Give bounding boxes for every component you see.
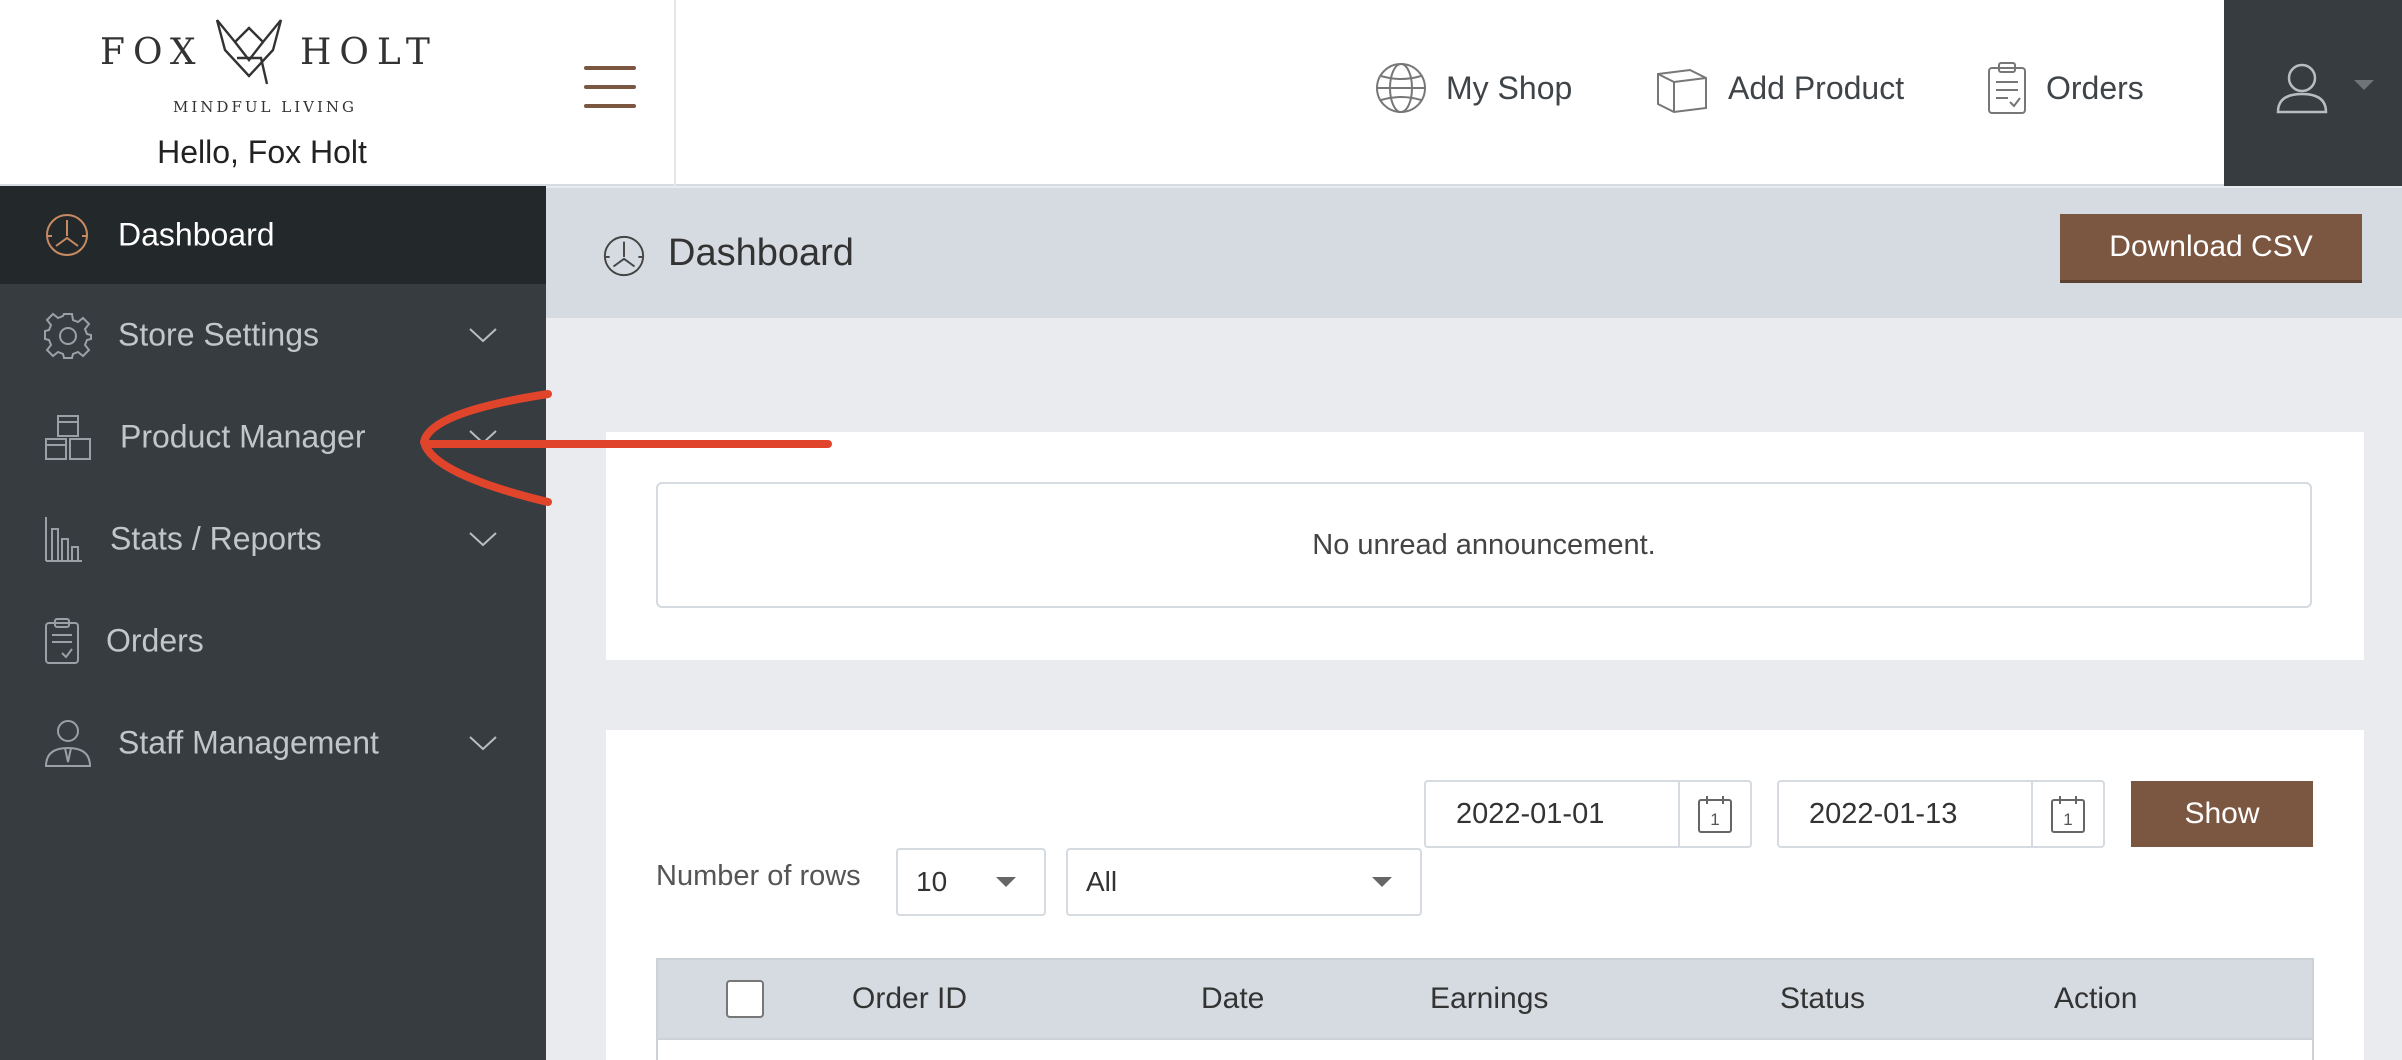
status-filter-select[interactable]: All [1066, 848, 1422, 916]
globe-icon [1376, 63, 1426, 113]
caret-down-icon [1372, 877, 1392, 887]
nav-add-product[interactable]: Add Product [1654, 60, 1904, 116]
bar-chart-icon [45, 517, 82, 562]
hamburger-line [584, 104, 636, 108]
calendar-button[interactable]: 1 [1678, 782, 1750, 846]
box-icon [1657, 68, 1707, 114]
sidebar: Dashboard Store Settings Product Manager [0, 186, 546, 1060]
column-header-earnings[interactable]: Earnings [1430, 982, 1548, 1016]
nav-my-shop-label: My Shop [1446, 69, 1573, 106]
date-from-value: 2022-01-01 [1456, 797, 1605, 830]
sidebar-item-label: Stats / Reports [110, 520, 322, 557]
chevron-down-icon [2354, 80, 2374, 90]
sidebar-item-staff-management[interactable]: Staff Management [0, 692, 546, 794]
fox-logo-icon [215, 19, 283, 85]
content-header: Dashboard Download CSV [546, 188, 2402, 318]
announcement-panel: No unread announcement. [606, 432, 2364, 660]
caret-down-icon [996, 877, 1016, 887]
dashboard-gauge-icon [603, 235, 645, 277]
date-from-field[interactable]: 2022-01-01 1 [1424, 780, 1752, 848]
logo[interactable]: FOX HOLT MINDFUL LIVING [100, 14, 430, 119]
download-csv-button[interactable]: Download CSV [2060, 214, 2362, 280]
chevron-down-icon [469, 532, 497, 547]
table-row [656, 1040, 2314, 1060]
orders-table-header: Order ID Date Earnings Status Action [656, 958, 2314, 1040]
greeting-text: Hello, Fox Holt [157, 134, 367, 170]
nav-orders[interactable]: Orders [1986, 60, 2144, 116]
status-select-value: All [1086, 866, 1118, 897]
chevron-down-icon [469, 328, 497, 343]
calendar-icon: 1 [1698, 796, 1732, 833]
date-to-field[interactable]: 2022-01-13 1 [1777, 780, 2105, 848]
announcement-box: No unread announcement. [656, 482, 2312, 608]
gear-icon [44, 312, 92, 359]
user-icon [2276, 63, 2328, 114]
nav-my-shop[interactable]: My Shop [1374, 60, 1572, 116]
chevron-down-icon [469, 736, 497, 751]
logo-text-right: HOLT [300, 32, 438, 73]
column-header-order-id[interactable]: Order ID [852, 982, 967, 1016]
orders-panel: 2022-01-01 1 2022-01-13 1 Show Number of… [606, 730, 2364, 1060]
chevron-down-icon [469, 430, 497, 445]
hamburger-line [584, 66, 636, 70]
sidebar-item-store-settings[interactable]: Store Settings [0, 284, 546, 386]
rows-select[interactable]: 10 [896, 848, 1046, 916]
sidebar-item-label: Store Settings [118, 316, 319, 353]
sidebar-item-dashboard[interactable]: Dashboard [0, 186, 546, 284]
sidebar-item-label: Product Manager [120, 418, 366, 455]
top-header: FOX HOLT MINDFUL LIVING Hello, Fox Holt [0, 0, 2402, 186]
column-header-action: Action [2054, 982, 2138, 1015]
calendar-button[interactable]: 1 [2031, 782, 2103, 846]
boxes-icon [45, 415, 91, 460]
calendar-icon: 1 [2051, 796, 2085, 833]
sidebar-item-label: Dashboard [118, 216, 275, 253]
nav-add-product-label: Add Product [1728, 69, 1905, 106]
sidebar-item-orders[interactable]: Orders [0, 590, 546, 692]
clipboard-icon [1988, 62, 2026, 114]
rows-select-value: 10 [916, 866, 948, 897]
column-header-date[interactable]: Date [1201, 982, 1264, 1016]
sidebar-item-stats-reports[interactable]: Stats / Reports [0, 488, 546, 590]
page-title: Dashboard [668, 232, 854, 274]
brand-area: FOX HOLT MINDFUL LIVING Hello, Fox Holt [0, 0, 676, 186]
logo-text-left: FOX [100, 32, 204, 73]
rows-label: Number of rows [656, 860, 861, 892]
show-button[interactable]: Show [2131, 781, 2313, 847]
calendar-day-text: 1 [2063, 810, 2072, 829]
sidebar-item-label: Staff Management [118, 724, 379, 761]
column-header-status[interactable]: Status [1780, 982, 1865, 1016]
hamburger-menu-button[interactable] [584, 66, 636, 110]
clipboard-icon [45, 618, 79, 664]
sidebar-item-product-manager[interactable]: Product Manager [0, 386, 546, 488]
dashboard-gauge-icon [46, 214, 88, 256]
date-to-value: 2022-01-13 [1809, 797, 1958, 830]
user-menu-button[interactable] [2224, 0, 2402, 186]
staff-icon [44, 720, 92, 767]
select-all-checkbox[interactable] [726, 980, 764, 1018]
nav-orders-label: Orders [2046, 69, 2144, 106]
hamburger-line [584, 85, 636, 89]
logo-tagline: MINDFUL LIVING [173, 98, 357, 116]
calendar-day-text: 1 [1710, 810, 1719, 829]
sidebar-item-label: Orders [106, 622, 204, 659]
